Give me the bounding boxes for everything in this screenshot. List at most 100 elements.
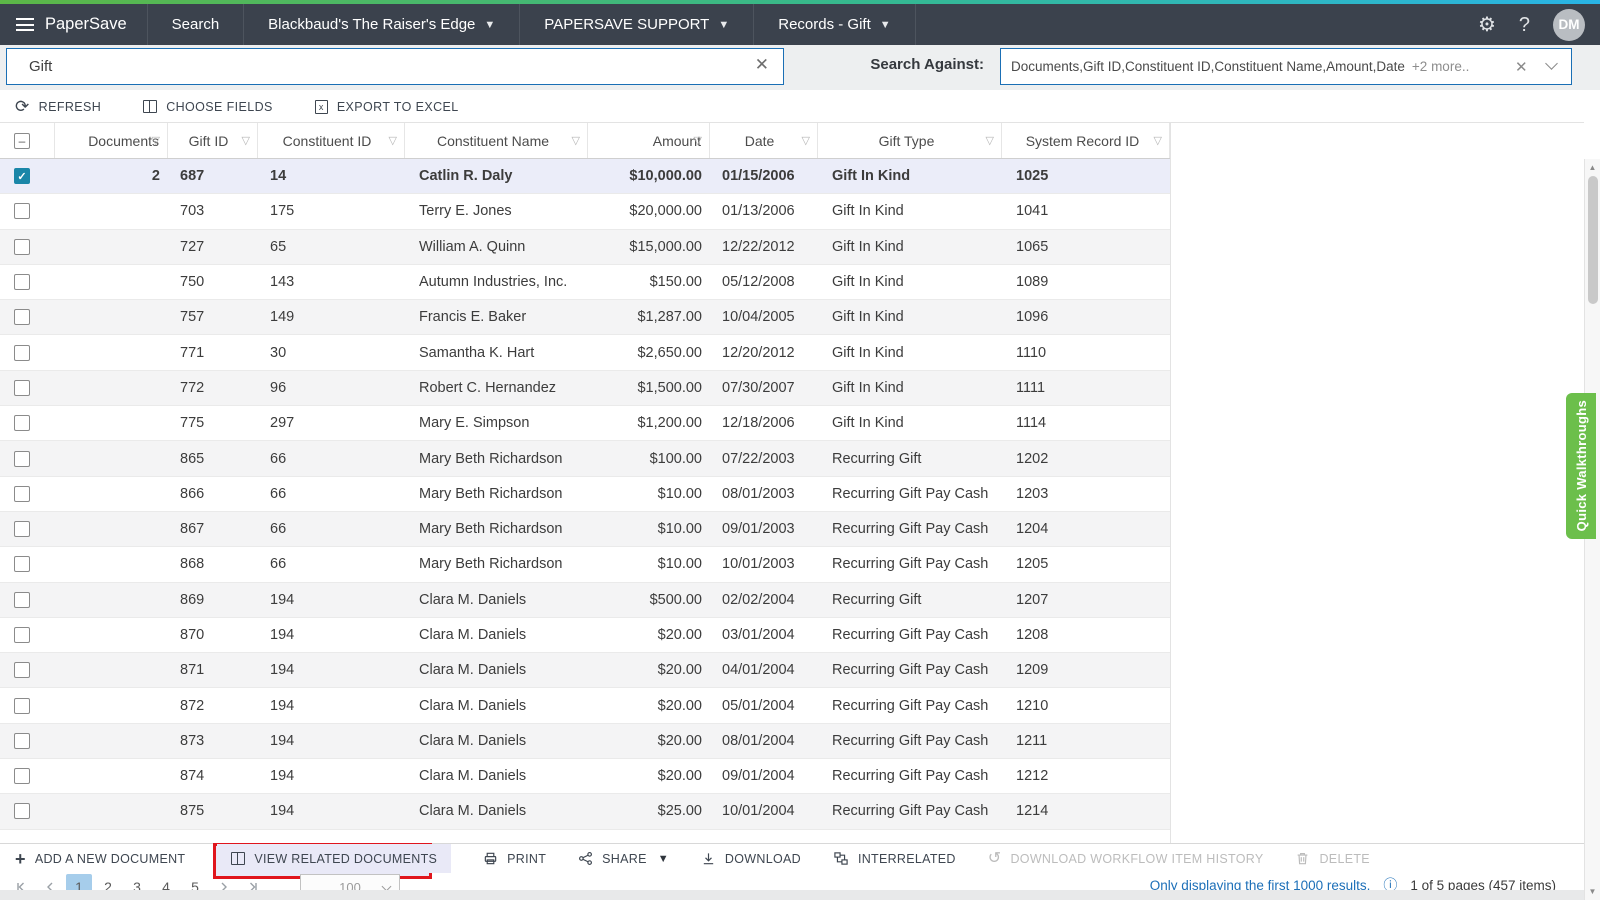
column-header-amount[interactable]: Amount▽	[588, 123, 710, 158]
table-row[interactable]: 771 30 Samantha K. Hart $2,650.00 12/20/…	[0, 335, 1171, 370]
row-checkbox[interactable]	[14, 803, 30, 819]
quick-walkthroughs-tab[interactable]: Quick Walkthroughs	[1566, 393, 1596, 539]
filter-funnel-icon[interactable]: ▽	[572, 133, 580, 146]
nav-brand[interactable]: PaperSave	[0, 4, 148, 45]
table-row[interactable]: ✓ 2 687 14 Catlin R. Daly $10,000.00 01/…	[0, 159, 1171, 194]
row-checkbox[interactable]	[14, 592, 30, 608]
column-header-date[interactable]: Date ▽	[710, 123, 818, 158]
refresh-button[interactable]: ⟳ REFRESH	[15, 98, 101, 115]
row-checkbox[interactable]	[14, 768, 30, 784]
table-row[interactable]: 870 194 Clara M. Daniels $20.00 03/01/20…	[0, 618, 1171, 653]
filter-funnel-icon[interactable]: ▽	[1154, 133, 1162, 146]
row-checkbox[interactable]	[14, 345, 30, 361]
row-checkbox[interactable]	[14, 274, 30, 290]
row-checkbox[interactable]	[14, 380, 30, 396]
row-checkbox[interactable]	[14, 451, 30, 467]
search-against-label: Search Against:	[852, 56, 984, 73]
interrelated-button[interactable]: INTERRELATED	[833, 844, 956, 873]
download-workflow-item-history-button[interactable]: ↺ DOWNLOAD WORKFLOW ITEM HISTORY	[988, 844, 1264, 873]
choose-fields-button[interactable]: CHOOSE FIELDS	[143, 100, 273, 114]
column-header-constituent-id[interactable]: Constituent ID▽	[258, 123, 405, 158]
view-related-documents-button[interactable]: VIEW RELATED DOCUMENTS	[217, 844, 451, 873]
cell-gift-id: 750	[168, 265, 258, 299]
table-row[interactable]: 757 149 Francis E. Baker $1,287.00 10/04…	[0, 300, 1171, 335]
table-row[interactable]: 872 194 Clara M. Daniels $20.00 05/01/20…	[0, 688, 1171, 723]
filter-funnel-icon[interactable]: ▽	[242, 133, 250, 146]
search-input[interactable]	[7, 49, 783, 84]
cell-documents	[55, 441, 168, 475]
table-row[interactable]: 727 65 William A. Quinn $15,000.00 12/22…	[0, 230, 1171, 265]
column-header-system-record-id[interactable]: System Record ID▽	[1002, 123, 1170, 158]
row-checkbox[interactable]	[14, 627, 30, 643]
cell-amount: $1,500.00	[588, 371, 710, 405]
clear-search-icon[interactable]: ✕	[755, 55, 769, 75]
table-row[interactable]: 869 194 Clara M. Daniels $500.00 02/02/2…	[0, 583, 1171, 618]
scrollbar-down-arrow[interactable]: ▼	[1585, 887, 1600, 896]
row-checkbox[interactable]	[14, 309, 30, 325]
row-checkbox[interactable]	[14, 698, 30, 714]
table-row[interactable]: 874 194 Clara M. Daniels $20.00 09/01/20…	[0, 759, 1171, 794]
table-row[interactable]: 867 66 Mary Beth Richardson $10.00 09/01…	[0, 512, 1171, 547]
scrollbar-up-arrow[interactable]: ▲	[1585, 163, 1600, 172]
chevron-down-icon: ▼	[880, 19, 891, 31]
filter-funnel-icon[interactable]: ▽	[389, 133, 397, 146]
column-label: Date	[745, 133, 775, 149]
row-checkbox[interactable]	[14, 415, 30, 431]
cell-system-record-id: 1111	[1002, 371, 1170, 405]
export-to-excel-button[interactable]: x EXPORT TO EXCEL	[315, 100, 459, 114]
user-avatar[interactable]: DM	[1553, 9, 1585, 41]
row-checkbox[interactable]	[14, 239, 30, 255]
add-new-document-button[interactable]: + ADD A NEW DOCUMENT	[15, 844, 185, 873]
brand-label: PaperSave	[45, 15, 127, 34]
table-row[interactable]: 868 66 Mary Beth Richardson $10.00 10/01…	[0, 547, 1171, 582]
row-checkbox[interactable]	[14, 521, 30, 537]
search-against-more[interactable]: +2 more..	[1412, 59, 1469, 74]
print-button[interactable]: PRINT	[483, 844, 546, 873]
filter-funnel-icon[interactable]: ▽	[986, 133, 994, 146]
row-checkbox[interactable]: ✓	[14, 168, 30, 184]
row-checkbox[interactable]	[14, 203, 30, 219]
table-row[interactable]: 703 175 Terry E. Jones $20,000.00 01/13/…	[0, 194, 1171, 229]
cell-constituent-id: 30	[258, 335, 405, 369]
scrollbar-thumb[interactable]	[1588, 176, 1598, 304]
table-row[interactable]: 772 96 Robert C. Hernandez $1,500.00 07/…	[0, 371, 1171, 406]
cell-constituent-id: 149	[258, 300, 405, 334]
settings-gear-icon[interactable]: ⚙	[1478, 15, 1496, 35]
clear-against-icon[interactable]: ✕	[1515, 58, 1528, 76]
filter-funnel-icon[interactable]: ▽	[802, 133, 810, 146]
filter-funnel-icon[interactable]: ▽	[694, 133, 702, 146]
nav-item-label: PAPERSAVE SUPPORT	[544, 16, 709, 33]
table-row[interactable]: 871 194 Clara M. Daniels $20.00 04/01/20…	[0, 653, 1171, 688]
column-header-documents[interactable]: Documents▽	[55, 123, 168, 158]
row-checkbox[interactable]	[14, 556, 30, 572]
cell-date: 10/01/2003	[710, 547, 818, 581]
nav-item-search[interactable]: Search	[148, 4, 245, 45]
nav-item-records-gift[interactable]: Records - Gift ▼	[754, 4, 915, 45]
column-header-gift-id[interactable]: Gift ID▽	[168, 123, 258, 158]
nav-item-raisers-edge[interactable]: Blackbaud's The Raiser's Edge ▼	[244, 4, 520, 45]
columns-icon	[143, 100, 157, 113]
row-checkbox[interactable]	[14, 662, 30, 678]
table-row[interactable]: 873 194 Clara M. Daniels $20.00 08/01/20…	[0, 724, 1171, 759]
column-header-constituent-name[interactable]: Constituent Name▽	[405, 123, 588, 158]
share-button[interactable]: SHARE ▼	[578, 844, 669, 873]
row-checkbox[interactable]	[14, 733, 30, 749]
cell-constituent-name: Terry E. Jones	[405, 194, 588, 228]
table-row[interactable]: 866 66 Mary Beth Richardson $10.00 08/01…	[0, 477, 1171, 512]
table-row[interactable]: 865 66 Mary Beth Richardson $100.00 07/2…	[0, 441, 1171, 476]
cell-documents	[55, 230, 168, 264]
cell-documents	[55, 300, 168, 334]
filter-funnel-icon[interactable]: ▽	[152, 133, 160, 146]
table-row[interactable]: 775 297 Mary E. Simpson $1,200.00 12/18/…	[0, 406, 1171, 441]
table-row[interactable]: 750 143 Autumn Industries, Inc. $150.00 …	[0, 265, 1171, 300]
help-icon[interactable]: ?	[1519, 15, 1530, 35]
hamburger-menu-icon[interactable]	[16, 15, 34, 35]
select-all-checkbox[interactable]: –	[14, 133, 30, 149]
download-button[interactable]: DOWNLOAD	[701, 844, 801, 873]
search-against-field[interactable]: Documents,Gift ID,Constituent ID,Constit…	[1000, 48, 1572, 85]
column-header-gift-type[interactable]: Gift Type▽	[818, 123, 1002, 158]
delete-button[interactable]: DELETE	[1295, 844, 1369, 873]
table-row[interactable]: 875 194 Clara M. Daniels $25.00 10/01/20…	[0, 794, 1171, 829]
nav-item-papersave-support[interactable]: PAPERSAVE SUPPORT ▼	[520, 4, 754, 45]
row-checkbox[interactable]	[14, 486, 30, 502]
